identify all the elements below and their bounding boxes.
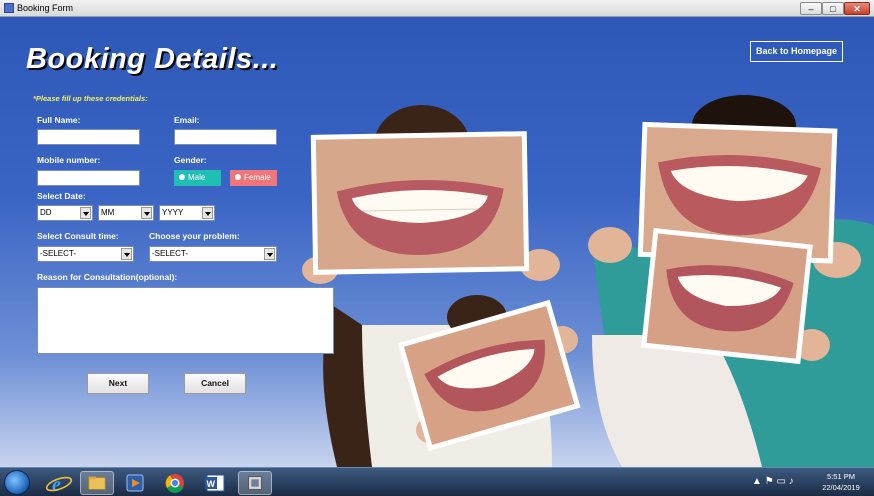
- svg-text:e: e: [52, 474, 61, 495]
- gender-male-label: Male: [188, 173, 206, 182]
- gender-female-button[interactable]: Female: [230, 170, 277, 186]
- problem-value: -SELECT-: [152, 249, 189, 258]
- consult-time-label: Select Consult time:: [37, 231, 119, 241]
- taskbar: e W ▲ ⚑ ▭ ♪ 5:51 PM 22/04/2019: [0, 467, 874, 496]
- window-title: Booking Form: [17, 3, 74, 13]
- email-label: Email:: [174, 115, 200, 125]
- consult-time-select[interactable]: -SELECT-: [37, 246, 134, 262]
- gender-female-label: Female: [244, 173, 271, 182]
- internet-explorer-icon[interactable]: e: [42, 471, 76, 495]
- chevron-down-icon[interactable]: [80, 207, 91, 219]
- date-day-select[interactable]: DD: [37, 205, 93, 221]
- reason-textarea[interactable]: [37, 287, 334, 354]
- flag-icon[interactable]: ⚑: [765, 476, 774, 487]
- gender-label: Gender:: [174, 155, 207, 165]
- chevron-down-icon[interactable]: [264, 248, 275, 260]
- clock-time: 5:51 PM: [827, 472, 855, 481]
- full-name-input[interactable]: [37, 129, 140, 145]
- date-month-select[interactable]: MM: [98, 205, 154, 221]
- maximize-button[interactable]: □: [822, 2, 844, 15]
- page-title: Booking Details...: [26, 43, 279, 75]
- file-explorer-icon[interactable]: [80, 471, 114, 495]
- volume-icon[interactable]: ♪: [789, 476, 794, 487]
- close-button[interactable]: ✕: [844, 2, 870, 15]
- date-year-value: YYYY: [162, 208, 184, 217]
- booking-form-panel: Booking Details... Back to Homepage *Ple…: [0, 17, 874, 467]
- back-to-homepage-button[interactable]: Back to Homepage: [750, 41, 843, 62]
- chevron-down-icon[interactable]: [121, 248, 132, 260]
- problem-select[interactable]: -SELECT-: [149, 246, 277, 262]
- app-icon[interactable]: [238, 471, 272, 495]
- window-title-bar: Booking Form – □ ✕: [0, 0, 874, 17]
- chrome-icon[interactable]: [158, 471, 192, 495]
- minimize-button[interactable]: –: [800, 2, 822, 15]
- reason-label: Reason for Consultation(optional):: [37, 272, 178, 282]
- start-orb-icon[interactable]: [4, 470, 30, 495]
- mobile-number-label: Mobile number:: [37, 155, 101, 165]
- gender-male-button[interactable]: Male: [174, 170, 221, 186]
- chevron-down-icon[interactable]: [202, 207, 213, 219]
- svg-text:W: W: [207, 479, 216, 489]
- word-icon[interactable]: W: [198, 471, 232, 495]
- tray-expand-icon[interactable]: ▲: [752, 476, 762, 487]
- date-month-value: MM: [101, 208, 115, 217]
- media-player-icon[interactable]: [118, 471, 152, 495]
- full-name-label: Full Name:: [37, 115, 81, 125]
- date-day-value: DD: [40, 208, 52, 217]
- email-input[interactable]: [174, 129, 277, 145]
- mobile-number-input[interactable]: [37, 170, 140, 186]
- cancel-button[interactable]: Cancel: [184, 373, 246, 394]
- radio-dot-icon: [235, 174, 241, 180]
- problem-label: Choose your problem:: [149, 231, 240, 241]
- consult-time-value: -SELECT-: [40, 249, 77, 258]
- form-hint: *Please fill up these credentials:: [33, 94, 148, 103]
- system-tray: ▲ ⚑ ▭ ♪: [752, 476, 794, 487]
- app-icon: [4, 3, 14, 13]
- select-date-label: Select Date:: [37, 191, 86, 201]
- next-button[interactable]: Next: [87, 373, 149, 394]
- network-icon[interactable]: ▭: [776, 476, 785, 487]
- clock-date: 22/04/2019: [822, 483, 860, 492]
- date-year-select[interactable]: YYYY: [159, 205, 215, 221]
- clock[interactable]: 5:51 PM 22/04/2019: [812, 471, 870, 493]
- radio-dot-icon: [179, 174, 185, 180]
- family-smile-photo: [302, 95, 874, 467]
- chevron-down-icon[interactable]: [141, 207, 152, 219]
